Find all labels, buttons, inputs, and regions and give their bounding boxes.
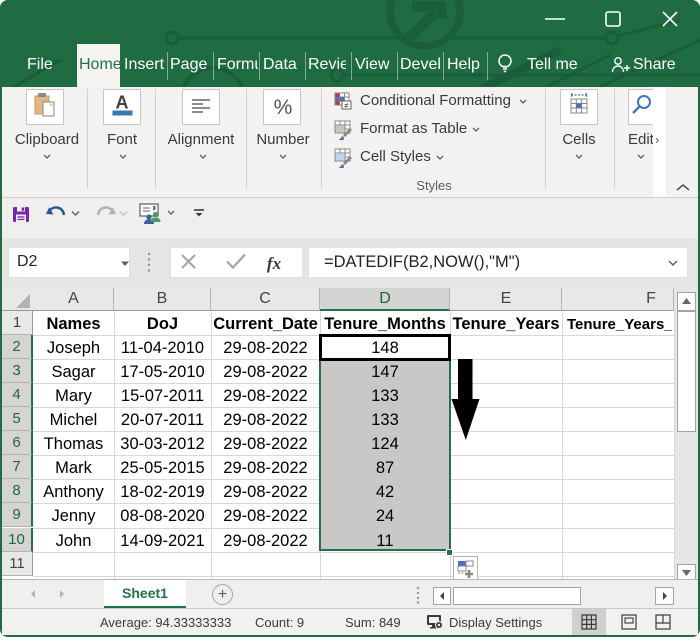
- svg-text:≠: ≠: [344, 101, 349, 110]
- svg-text:A: A: [116, 93, 129, 113]
- svg-text:fx: fx: [267, 254, 282, 273]
- svg-text:%: %: [274, 96, 293, 119]
